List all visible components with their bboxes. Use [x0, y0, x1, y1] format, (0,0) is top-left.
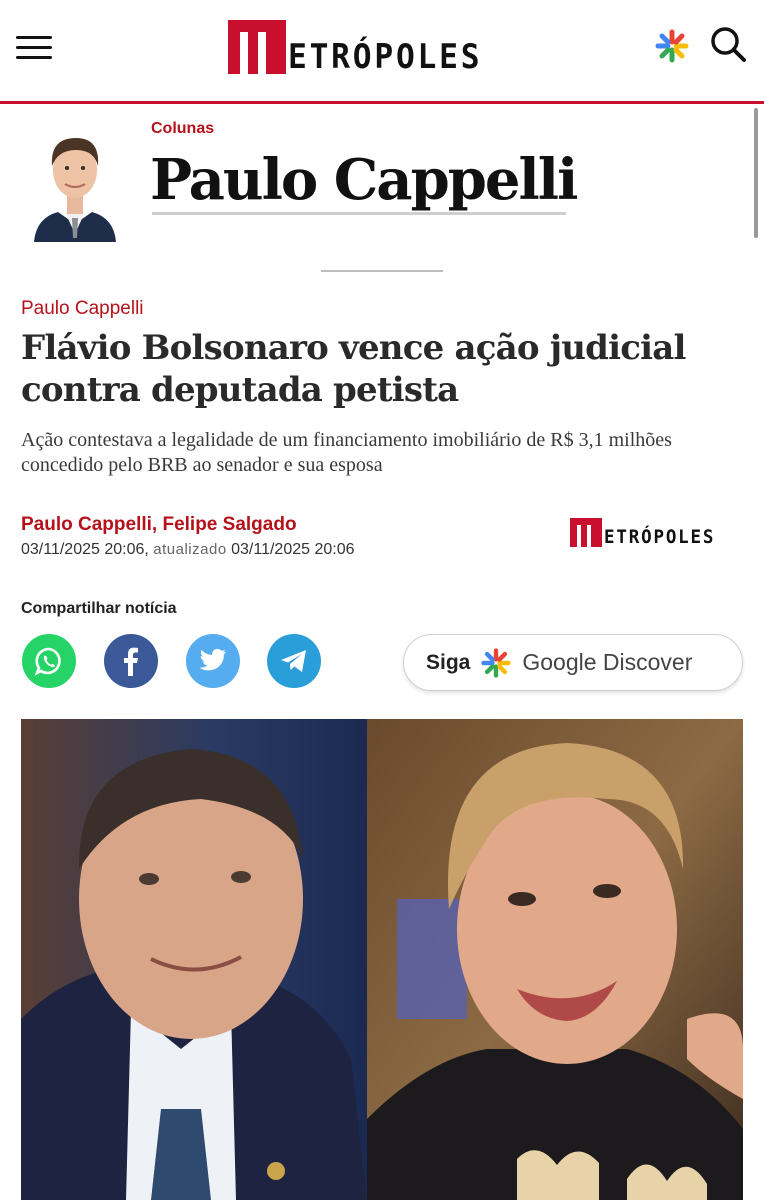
logo-text: ETRÓPOLES [288, 37, 483, 77]
google-star-icon[interactable] [654, 28, 690, 64]
article-headline: Flávio Bolsonaro vence ação judicial con… [21, 328, 686, 410]
telegram-share-button[interactable] [267, 634, 321, 688]
google-discover-follow-button[interactable]: Siga Google Discover [403, 634, 743, 691]
discover-label: Google Discover [522, 649, 693, 675]
discover-siga-label: Siga [426, 650, 471, 674]
whatsapp-icon [34, 647, 61, 676]
scrollbar[interactable] [754, 108, 758, 238]
twitter-icon [199, 649, 226, 671]
updated-date: 03/11/2025 20:06 [231, 541, 355, 558]
facebook-icon [124, 647, 138, 676]
whatsapp-share-button[interactable] [22, 634, 76, 688]
author-avatar [34, 138, 116, 242]
share-label: Compartilhar notícia [21, 600, 177, 617]
published-date: 03/11/2025 20:06, [21, 541, 149, 558]
photo-right-portrait [367, 719, 743, 1200]
photo-left-portrait [21, 719, 367, 1200]
section-divider [321, 270, 443, 272]
facebook-share-button[interactable] [104, 634, 158, 688]
logo-m-mark [228, 20, 286, 74]
column-title[interactable]: Paulo Cappelli [150, 149, 578, 212]
article-dateline: 03/11/2025 20:06, atualizado 03/11/2025 … [21, 541, 355, 559]
source-logo-m-mark [570, 518, 602, 547]
hamburger-menu-icon[interactable] [16, 34, 52, 62]
source-logo-text: ETRÓPOLES [604, 526, 716, 548]
telegram-icon [281, 650, 306, 672]
google-discover-icon [481, 647, 512, 678]
article-kicker[interactable]: Paulo Cappelli [21, 298, 144, 320]
updated-label: atualizado [153, 541, 227, 558]
article-subtitle: Ação contestava a legalidade de um finan… [21, 429, 672, 476]
twitter-share-button[interactable] [186, 634, 240, 688]
top-header: ETRÓPOLES [0, 0, 764, 104]
section-label[interactable]: Colunas [151, 120, 214, 138]
header-divider [0, 101, 764, 104]
search-icon[interactable] [708, 24, 748, 64]
article-photo[interactable] [21, 719, 743, 1200]
source-logo: ETRÓPOLES [570, 518, 725, 547]
metropoles-logo[interactable]: ETRÓPOLES [228, 18, 499, 74]
article-byline[interactable]: Paulo Cappelli, Felipe Salgado [21, 514, 297, 536]
